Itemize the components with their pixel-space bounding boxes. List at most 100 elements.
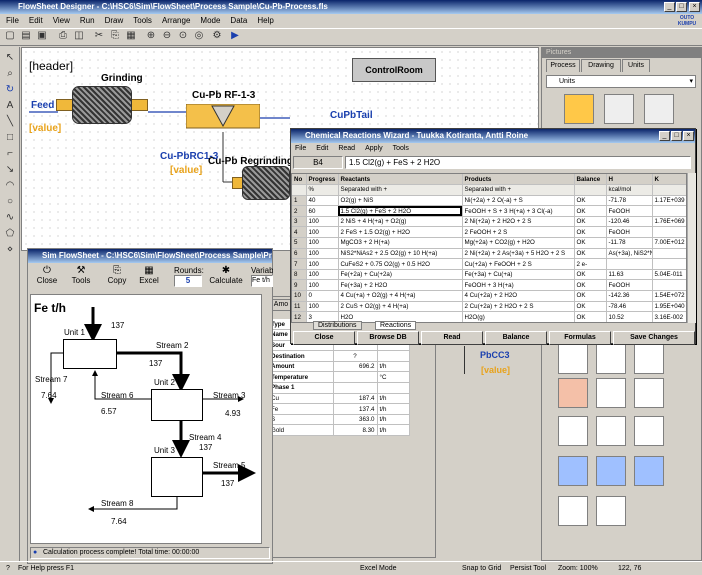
table-cell[interactable]: NiS2*NiAs2 + 2.5 O2(g) + 10 H(+a) <box>338 248 463 260</box>
agitator-picture-icon[interactable] <box>558 344 588 374</box>
sim-close-button[interactable]: ⏻ Close <box>34 265 60 285</box>
thickener-picture-icon[interactable] <box>596 456 626 486</box>
sim-tools-button[interactable]: ⚒ Tools <box>68 265 94 285</box>
menu-help[interactable]: Help <box>257 16 273 25</box>
table-cell[interactable]: 2 Ni(+2a) + 2 As(+3a) + 5 H2O + 2 S <box>462 248 575 260</box>
table-cell[interactable]: -78.46 <box>606 301 653 313</box>
table-row[interactable]: 1 40 O2(g) + NiS Ni(+2a) + 2 O(-a) + S OK -71… <box>292 195 686 207</box>
cyclone-picture-icon[interactable] <box>596 496 626 526</box>
formulas-button[interactable]: Formulas <box>549 331 611 345</box>
paste-icon[interactable]: ▦ <box>124 29 138 43</box>
table-cell[interactable]: -120.46 <box>606 216 653 228</box>
tank-picture-icon[interactable] <box>596 344 626 374</box>
table-cell[interactable]: 363.0 <box>333 414 378 426</box>
zoom-tool-icon[interactable]: ⌕ <box>3 67 17 81</box>
rotate-tool-icon[interactable]: ↻ <box>3 83 17 97</box>
wizard-menu-read[interactable]: Read <box>338 145 355 152</box>
excel-mode-text[interactable]: Excel Mode <box>360 562 397 575</box>
reactor-picture-icon[interactable] <box>596 378 626 408</box>
table-cell[interactable]: H2O(g) <box>462 311 575 322</box>
save-changes-button[interactable]: Save Changes <box>613 331 695 345</box>
table-cell[interactable]: OK <box>574 290 607 302</box>
table-cell[interactable] <box>652 205 686 217</box>
table-cell[interactable]: 10.52 <box>606 311 653 322</box>
table-cell[interactable]: 100 <box>306 248 339 260</box>
table-cell[interactable]: 3.16E-002 <box>652 311 686 322</box>
menu-run[interactable]: Run <box>80 16 95 25</box>
menu-tools[interactable]: Tools <box>133 16 152 25</box>
table-cell[interactable]: 137.4 <box>333 403 378 415</box>
table-cell[interactable]: 1 <box>292 195 307 207</box>
unit-3-box[interactable]: Unit 3 <box>151 446 203 497</box>
hopper-picture-icon[interactable] <box>634 416 664 446</box>
cell-picture-icon[interactable] <box>558 456 588 486</box>
tab-drawing[interactable]: Drawing <box>581 59 621 72</box>
table-row[interactable]: 7 100 CuFeS2 + 0.75 O2(g) + 0.5 H2O Cu(+2a)… <box>292 258 686 270</box>
table-cell[interactable] <box>333 371 378 384</box>
table-cell[interactable]: 100 <box>306 301 339 313</box>
units-select[interactable]: Units ▾ <box>546 75 696 88</box>
menu-file[interactable]: File <box>6 16 19 25</box>
table-cell[interactable]: 9 <box>292 279 307 292</box>
run-icon[interactable]: ▶ <box>228 29 242 43</box>
table-cell[interactable]: OK <box>574 311 607 322</box>
table-cell[interactable]: 3 <box>292 216 307 228</box>
regrinding-mill-icon[interactable] <box>232 166 290 200</box>
table-cell[interactable]: 7 <box>292 258 307 270</box>
browse-db-button[interactable]: Browse DB <box>357 331 419 345</box>
table-cell[interactable]: 7.00E+012 <box>652 237 686 249</box>
table-cell[interactable]: 1.17E+039 <box>652 195 686 207</box>
table-row[interactable]: 9 100 Fe(+3a) + 2 H2O FeOOH + 3 H(+a) OK FeOO… <box>292 279 686 292</box>
bank-picture-icon[interactable] <box>634 456 664 486</box>
bin-picture-icon[interactable] <box>558 416 588 446</box>
close-button[interactable]: Close <box>293 331 355 345</box>
rect-tool-icon[interactable]: □ <box>3 131 17 145</box>
table-cell[interactable]: Fe(+2a) + Cu(+2a) <box>338 269 463 281</box>
table-cell[interactable]: 100 <box>306 269 339 281</box>
table-cell[interactable]: 100 <box>306 226 339 239</box>
table-cell[interactable]: OK <box>574 216 607 228</box>
table-cell[interactable]: 1.54E+072 <box>652 290 686 302</box>
cut-icon[interactable]: ✂ <box>92 29 106 43</box>
unit-2-box[interactable]: Unit 2 <box>151 378 203 421</box>
curve-tool-icon[interactable]: ∿ <box>3 211 17 225</box>
table-cell[interactable] <box>333 382 378 394</box>
pump-picture-icon[interactable] <box>604 94 634 124</box>
tab-distributions[interactable]: Distributions <box>313 321 362 330</box>
table-cell[interactable]: 100 <box>306 237 339 249</box>
table-cell[interactable] <box>652 279 686 292</box>
unit-1-box[interactable]: Unit 1 <box>63 328 117 369</box>
mixer-picture-icon[interactable] <box>634 344 664 374</box>
open-icon[interactable]: ▤ <box>19 29 33 43</box>
reactions-scrollbar[interactable] <box>687 173 696 323</box>
table-cell[interactable] <box>652 258 686 270</box>
table-cell[interactable]: 2 <box>292 205 307 217</box>
table-row[interactable]: 3 100 2 NiS + 4 H(+a) + O2(g) 2 Ni(+2a) + 2… <box>292 216 686 228</box>
table-cell[interactable]: 696.2 <box>333 361 378 373</box>
pointer-tool-icon[interactable]: ↖ <box>3 51 17 65</box>
table-cell[interactable]: 2 FeOOH + 2 S <box>462 226 575 239</box>
formula-input[interactable]: 1.5 Cl2(g) + FeS + 2 H2O <box>345 156 691 169</box>
tab-units[interactable]: Units <box>622 59 650 72</box>
sim-diagram[interactable]: Fe t/h Unit 1 Unit 2 Unit 3 137 Stream 2… <box>30 294 262 544</box>
zoom-100-icon[interactable]: ◎ <box>192 29 206 43</box>
new-icon[interactable]: ▢ <box>3 29 17 43</box>
read-button[interactable]: Read <box>421 331 483 345</box>
table-cell[interactable]: 187.4 <box>333 393 378 405</box>
table-cell[interactable]: 1.95E+040 <box>652 301 686 313</box>
preview-icon[interactable]: ◫ <box>72 29 86 43</box>
table-cell[interactable]: As(+3a), NiS2*NiAs2 <box>606 248 653 260</box>
menu-view[interactable]: View <box>53 16 70 25</box>
text-tool-icon[interactable]: A <box>3 99 17 113</box>
wizard-minimize-button[interactable]: _ <box>659 131 670 141</box>
persist-tool-text[interactable]: Persist Tool <box>510 562 546 575</box>
table-cell[interactable]: OK <box>574 195 607 207</box>
valve-picture-icon[interactable] <box>558 496 588 526</box>
maximize-button[interactable]: □ <box>676 2 687 12</box>
table-cell[interactable]: -71.78 <box>606 195 653 207</box>
menu-data[interactable]: Data <box>230 16 247 25</box>
table-cell[interactable]: 10 <box>292 290 307 302</box>
wizard-maximize-button[interactable]: □ <box>671 131 682 141</box>
table-cell[interactable] <box>652 248 686 260</box>
close-button[interactable]: × <box>689 2 700 12</box>
